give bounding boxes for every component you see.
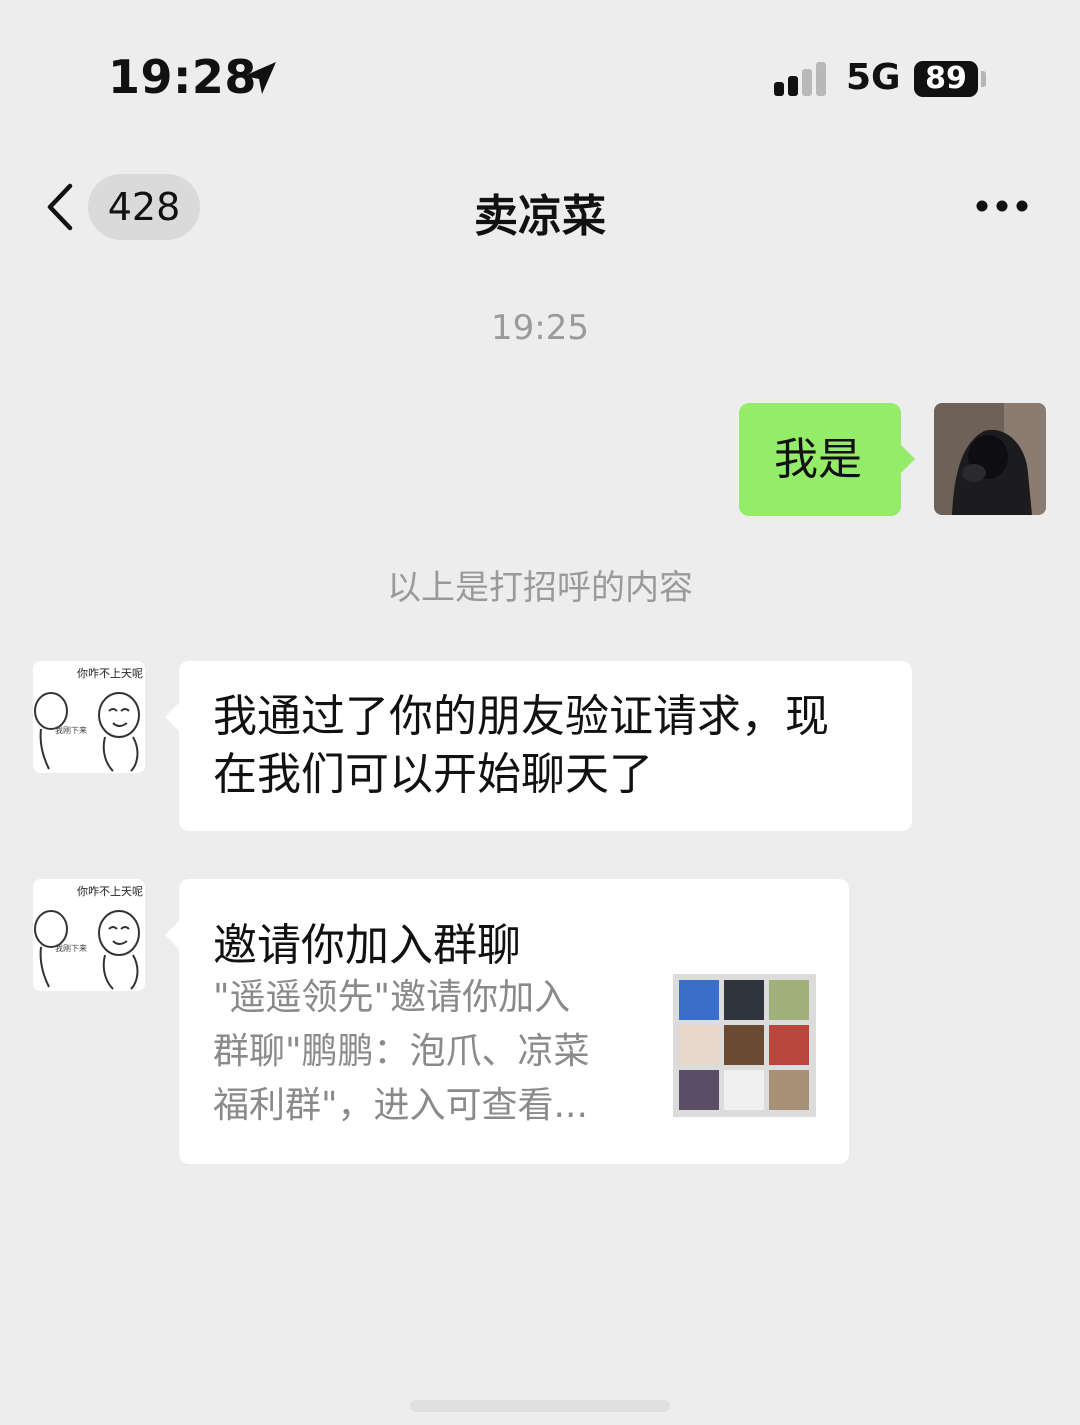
received-message-line-2: 在我们可以开始聊天了: [213, 749, 653, 800]
status-time: 19:28: [108, 50, 257, 104]
group-member-thumb: [679, 1025, 719, 1065]
invite-card-desc-line-1: "遥遥领先"邀请你加入: [213, 977, 571, 1018]
invite-card-desc-line-3: 福利群"，进入可查看...: [213, 1085, 588, 1126]
network-type: 5G: [846, 57, 901, 98]
group-member-thumb: [679, 980, 719, 1020]
location-arrow-icon: [244, 62, 276, 94]
invite-card-title: 邀请你加入群聊: [213, 920, 521, 971]
back-chevron-icon[interactable]: [40, 182, 80, 232]
avatar-caption-mid: 我刚下来: [55, 943, 87, 953]
group-member-thumb: [679, 1070, 719, 1110]
battery-level: 89: [914, 61, 978, 97]
avatar-caption-top: 你咋不上天呢: [77, 666, 143, 680]
hooded-person-avatar-image: [934, 403, 1046, 515]
signal-strength-icon: [774, 62, 826, 96]
contact-avatar[interactable]: 你咋不上天呢 我刚下来: [33, 661, 145, 773]
group-member-thumb: [769, 1025, 809, 1065]
group-member-thumb: [724, 1025, 764, 1065]
group-member-thumb: [769, 1070, 809, 1110]
received-bubble-tail: [165, 921, 179, 949]
sent-bubble-tail: [901, 445, 915, 473]
more-options-icon[interactable]: [974, 196, 1030, 216]
sent-message-text: 我是: [774, 434, 862, 485]
message-timestamp: 19:25: [491, 308, 589, 348]
home-indicator: [410, 1400, 670, 1412]
received-bubble-tail: [165, 703, 179, 731]
my-avatar[interactable]: [934, 403, 1046, 515]
meme-sticker-avatar-image: 你咋不上天呢 我刚下来: [33, 879, 145, 991]
unread-count-badge[interactable]: 428: [88, 174, 200, 240]
avatar-caption-top: 你咋不上天呢: [77, 884, 143, 898]
chat-title: 卖凉菜: [474, 191, 606, 242]
group-member-thumb: [769, 980, 809, 1020]
battery-cap: [981, 71, 986, 87]
group-member-thumb: [724, 1070, 764, 1110]
received-message-line-1: 我通过了你的朋友验证请求，现: [213, 691, 829, 742]
contact-avatar[interactable]: 你咋不上天呢 我刚下来: [33, 879, 145, 991]
meme-sticker-avatar-image: 你咋不上天呢 我刚下来: [33, 661, 145, 773]
received-message-bubble[interactable]: 我通过了你的朋友验证请求，现 在我们可以开始聊天了: [179, 661, 912, 831]
group-member-thumb: [724, 980, 764, 1020]
sent-message-bubble[interactable]: 我是: [739, 403, 901, 516]
greeting-system-note: 以上是打招呼的内容: [387, 568, 693, 608]
group-avatar-grid: [673, 974, 816, 1117]
avatar-caption-mid: 我刚下来: [55, 725, 87, 735]
invite-card-desc-line-2: 群聊"鹏鹏：泡爪、凉菜: [213, 1031, 590, 1072]
